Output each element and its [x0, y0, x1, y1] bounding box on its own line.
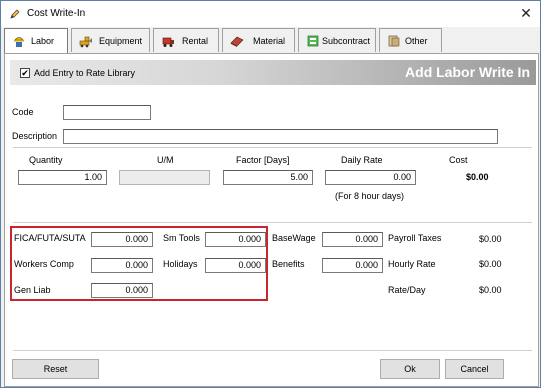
- um-label: U/M: [157, 155, 174, 165]
- quantity-label: Quantity: [29, 155, 63, 165]
- daily-rate-label: Daily Rate: [341, 155, 383, 165]
- hourly-rate-label: Hourly Rate: [388, 259, 436, 269]
- description-input[interactable]: [63, 129, 498, 144]
- tab-equipment[interactable]: Equipment: [71, 28, 150, 52]
- window-title: Cost Write-In: [27, 8, 86, 19]
- cost-label: Cost: [449, 155, 468, 165]
- tab-label: Subcontract: [322, 36, 371, 46]
- rate-per-day-value: $0.00: [479, 285, 502, 295]
- add-to-rate-library-checkbox[interactable]: ✔: [20, 68, 30, 78]
- cost-write-in-window: Cost Write-In ✕ Labor Equipment Rental M…: [0, 0, 541, 388]
- equipment-icon: [79, 36, 92, 48]
- tab-material[interactable]: Material: [222, 28, 295, 52]
- worker-icon: [14, 37, 24, 47]
- tab-strip: Labor Equipment Rental Material Subcontr…: [4, 28, 539, 54]
- ok-button[interactable]: Ok: [380, 359, 440, 379]
- tab-label: Equipment: [99, 36, 143, 46]
- tab-subcontract[interactable]: Subcontract: [298, 28, 376, 52]
- quantity-input[interactable]: 1.00: [18, 170, 107, 185]
- base-wage-label: BaseWage: [272, 233, 316, 243]
- labor-tab-panel: ✔ Add Entry to Rate Library Add Labor Wr…: [4, 53, 539, 387]
- rate-per-day-label: Rate/Day: [388, 285, 426, 295]
- description-label: Description: [12, 131, 58, 141]
- code-input[interactable]: [63, 105, 151, 120]
- base-wage-input[interactable]: 0.000: [322, 232, 383, 247]
- holidays-label: Holidays: [163, 259, 198, 269]
- tab-rental[interactable]: Rental: [153, 28, 219, 52]
- checkmark-icon: ✔: [21, 68, 29, 78]
- daily-rate-input[interactable]: 0.00: [325, 170, 416, 185]
- benefits-label: Benefits: [272, 259, 305, 269]
- hourly-rate-value: $0.00: [479, 259, 502, 269]
- fica-futa-suta-label: FICA/FUTA/SUTA: [14, 233, 86, 243]
- workers-comp-label: Workers Comp: [14, 259, 74, 269]
- sm-tools-label: Sm Tools: [163, 233, 200, 243]
- tab-labor[interactable]: Labor: [4, 28, 68, 54]
- reset-button[interactable]: Reset: [12, 359, 99, 379]
- tab-label: Other: [405, 36, 428, 46]
- tab-label: Labor: [31, 36, 55, 46]
- code-label: Code: [12, 107, 34, 117]
- sm-tools-input[interactable]: 0.000: [205, 232, 266, 247]
- close-icon: ✕: [520, 5, 532, 21]
- benefits-input[interactable]: 0.000: [322, 258, 383, 273]
- fica-futa-suta-input[interactable]: 0.000: [91, 232, 153, 247]
- workers-comp-input[interactable]: 0.000: [91, 258, 153, 273]
- payroll-taxes-label: Payroll Taxes: [388, 233, 442, 243]
- close-button[interactable]: ✕: [518, 5, 534, 21]
- cancel-button[interactable]: Cancel: [445, 359, 504, 379]
- factor-days-input[interactable]: 5.00: [223, 170, 313, 185]
- title-bar: Cost Write-In ✕: [1, 1, 540, 27]
- um-input: [119, 170, 210, 185]
- daily-rate-note: (For 8 hour days): [335, 191, 405, 201]
- other-icon: [388, 35, 400, 47]
- add-to-rate-library-label[interactable]: Add Entry to Rate Library: [34, 68, 135, 78]
- factor-label: Factor [Days]: [236, 155, 290, 165]
- tab-label: Material: [253, 36, 286, 46]
- divider: [13, 147, 532, 148]
- rental-icon: [162, 37, 174, 47]
- tab-other[interactable]: Other: [379, 28, 442, 52]
- cost-value: $0.00: [466, 172, 489, 182]
- divider: [13, 350, 532, 351]
- material-icon: [230, 36, 244, 47]
- gen-liab-label: Gen Liab: [14, 285, 51, 295]
- holidays-input[interactable]: 0.000: [205, 258, 266, 273]
- payroll-taxes-value: $0.00: [479, 234, 502, 244]
- gen-liab-input[interactable]: 0.000: [91, 283, 153, 298]
- subcontract-icon: [307, 35, 319, 47]
- divider: [13, 222, 532, 223]
- tab-label: Rental: [182, 36, 209, 46]
- app-pencil-icon: [10, 9, 20, 19]
- header-banner: ✔ Add Entry to Rate Library Add Labor Wr…: [10, 60, 536, 85]
- form-title: Add Labor Write In: [405, 64, 530, 80]
